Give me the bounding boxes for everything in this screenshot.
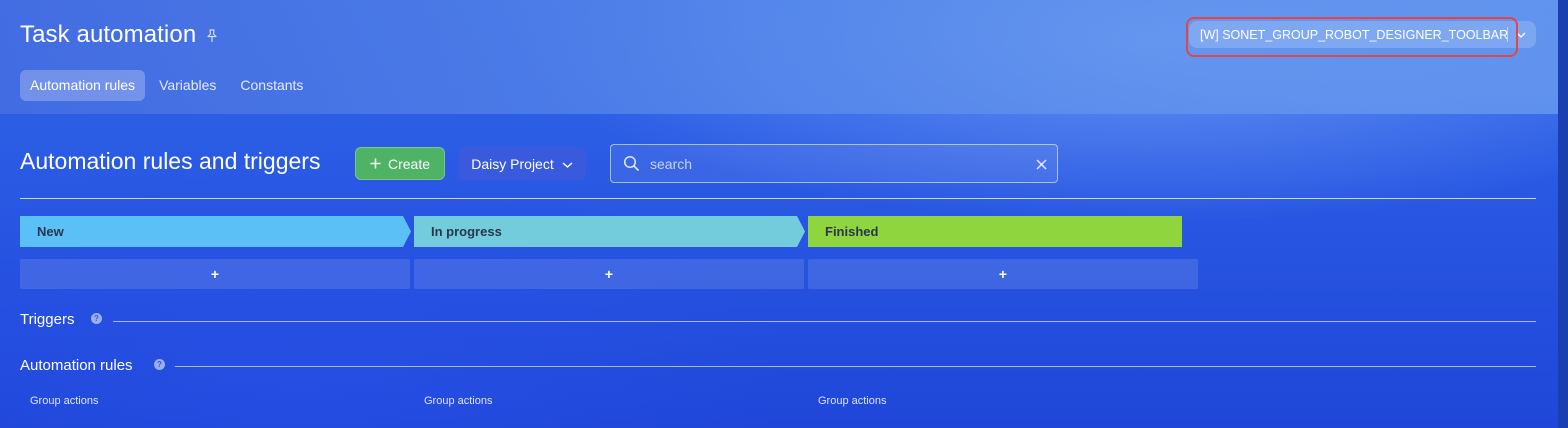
stage-finished[interactable]: Finished <box>808 216 1182 247</box>
tab-bar: Automation rules Variables Constants <box>20 70 313 101</box>
stage-label: In progress <box>431 224 502 239</box>
group-actions-link[interactable]: Group actions <box>424 395 492 407</box>
plus-icon: + <box>210 266 220 282</box>
chevron-down-icon <box>562 156 573 172</box>
search-input[interactable] <box>650 153 1020 175</box>
create-button[interactable]: Create <box>355 147 445 180</box>
highlight-box <box>1186 17 1518 57</box>
tab-constants[interactable]: Constants <box>230 70 313 101</box>
add-trigger-button[interactable]: + <box>20 259 410 289</box>
create-button-label: Create <box>387 155 431 172</box>
search-icon <box>623 155 640 177</box>
pin-icon[interactable] <box>204 28 220 44</box>
plus-icon: + <box>998 266 1008 282</box>
group-actions-link[interactable]: Group actions <box>30 395 98 407</box>
tab-variables[interactable]: Variables <box>149 70 226 101</box>
close-icon[interactable] <box>1036 157 1047 175</box>
stage-label: New <box>37 224 64 239</box>
tab-automation-rules[interactable]: Automation rules <box>20 70 146 101</box>
stage-new[interactable]: New <box>20 216 411 247</box>
project-selector[interactable]: Daisy Project <box>458 147 586 180</box>
stage-label: Finished <box>825 224 879 239</box>
triggers-heading: Triggers <box>20 311 75 328</box>
section-title: Automation rules and triggers <box>20 148 321 174</box>
group-actions-link[interactable]: Group actions <box>818 395 886 407</box>
automation-rules-divider <box>175 366 1536 367</box>
plus-icon <box>370 156 381 172</box>
add-trigger-button[interactable]: + <box>808 259 1198 289</box>
project-selector-label: Daisy Project <box>471 155 554 172</box>
plus-icon: + <box>604 266 614 282</box>
automation-rules-heading: Automation rules <box>20 357 133 374</box>
section-divider <box>20 198 1536 199</box>
help-icon[interactable]: ? <box>91 313 102 324</box>
triggers-divider <box>113 321 1536 322</box>
stage-in-progress[interactable]: In progress <box>414 216 805 247</box>
add-trigger-button[interactable]: + <box>414 259 804 289</box>
page-title: Task automation <box>20 21 197 48</box>
search-box[interactable] <box>610 144 1058 183</box>
help-icon[interactable]: ? <box>154 359 165 370</box>
scrollbar-edge[interactable] <box>1558 0 1568 428</box>
